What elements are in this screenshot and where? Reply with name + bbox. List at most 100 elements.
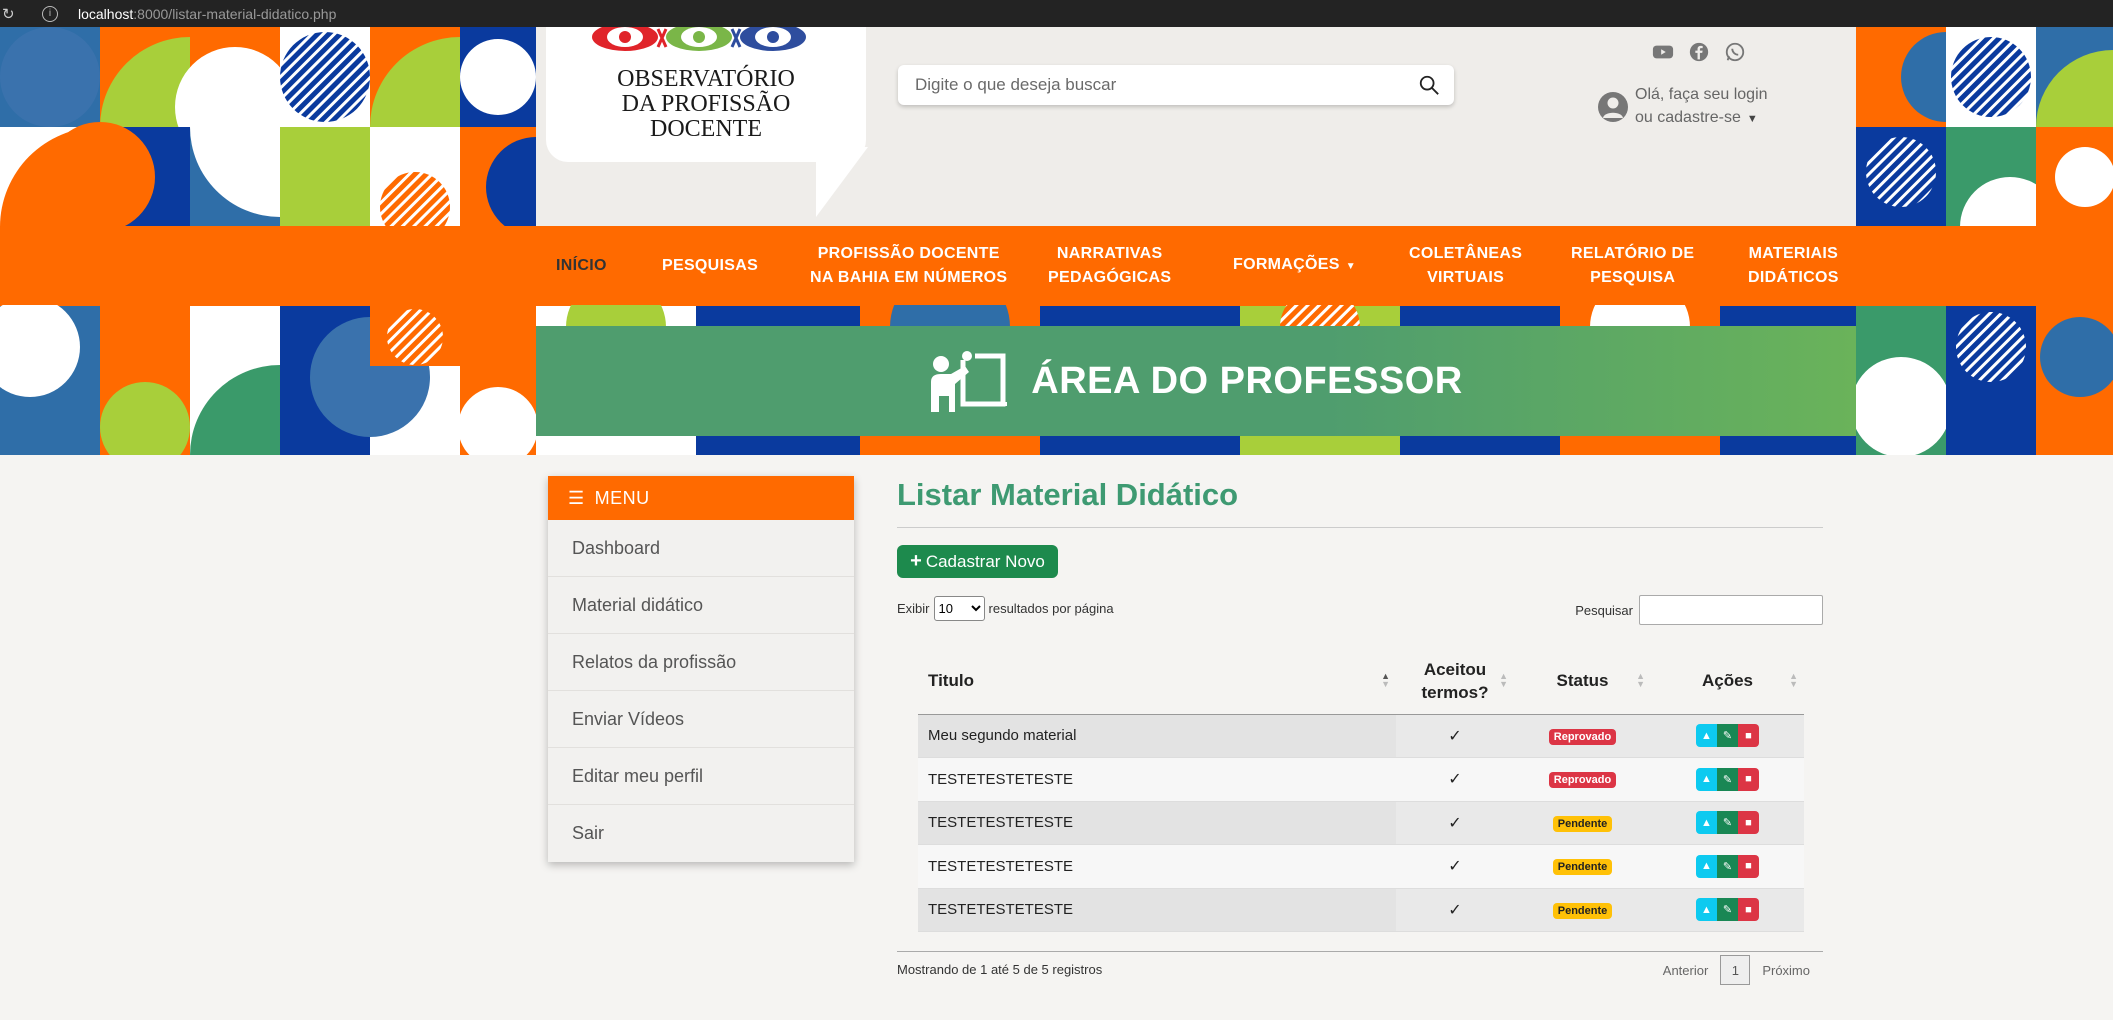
page-length-control: Exibir 10 resultados por página [897,596,1114,621]
column-header-acoes[interactable]: Ações ▲ ▼ [1651,648,1804,715]
login-line-1: Olá, faça seu login [1635,86,1768,103]
nav-item-profissao-docente[interactable]: PROFISSÃO DOCENTE NA BAHIA EM NÚMEROS [810,242,1007,290]
nav-item-inicio[interactable]: INÍCIO [556,254,607,278]
column-header-aceitou[interactable]: Aceitou termos? ▲ ▼ [1396,648,1514,715]
facebook-icon[interactable] [1688,41,1712,65]
pagination-page-1[interactable]: 1 [1720,955,1751,985]
edit-icon[interactable]: ✎ [1717,854,1738,878]
page-title: Listar Material Didático [897,470,1823,528]
nav-item-relatorio[interactable]: RELATÓRIO DE PESQUISA [1571,242,1694,290]
delete-icon[interactable]: ■ [1738,767,1759,791]
sidebar-item-sair[interactable]: Sair [548,805,854,862]
material-table: Titulo ▲ ▼ Aceitou termos? ▲ ▼ Status ▲ ▼ A… [918,648,1804,932]
view-icon[interactable]: ▲ [1696,854,1717,878]
delete-icon[interactable]: ■ [1738,898,1759,922]
sidebar-item-enviar-videos[interactable]: Enviar Vídeos [548,691,854,748]
table-row: Meu segundo material ✓ Reprovado ▲ ✎ ■ [918,714,1804,758]
edit-icon[interactable]: ✎ [1717,724,1738,748]
logo-speech-tail [816,147,868,217]
nav-item-formacoes[interactable]: FORMAÇÕES ▼ [1233,253,1356,279]
logo-line-3: DOCENTE [650,116,762,142]
pagination-next[interactable]: Próximo [1762,963,1810,978]
logo-line-2: DA PROFISSÃO [621,91,791,117]
edit-icon[interactable]: ✎ [1717,811,1738,835]
site-header: OBSERVATÓRIO DA PROFISSÃO DOCENTE Olá, f… [536,27,1856,226]
table-search-input[interactable] [1639,595,1823,625]
logo-eyes-icon [588,27,810,54]
cell-status: Pendente [1514,888,1651,932]
sidebar-item-editar-perfil[interactable]: Editar meu perfil [548,748,854,805]
cell-accepted: ✓ [1396,844,1514,889]
whatsapp-icon[interactable] [1724,41,1748,65]
nav-item-materiais[interactable]: MATERIAIS DIDÁTICOS [1748,242,1839,290]
check-icon: ✓ [1448,858,1462,876]
delete-icon[interactable]: ■ [1738,724,1759,748]
sidebar-menu-header[interactable]: ☰ MENU [548,476,854,520]
area-professor-banner: ÁREA DO PROFESSOR [536,326,1856,436]
column-header-status[interactable]: Status ▲ ▼ [1514,648,1651,715]
cell-status: Pendente [1514,844,1651,889]
view-icon[interactable]: ▲ [1696,724,1717,748]
column-header-titulo[interactable]: Titulo ▲ ▼ [918,648,1396,715]
page-length-select[interactable]: 10 [933,596,985,621]
delete-icon[interactable]: ■ [1738,854,1759,878]
cell-title: TESTETESTETESTE [918,888,1396,932]
plus-icon: + [910,550,922,572]
cell-title: Meu segundo material [918,714,1396,758]
logo-line-1: OBSERVATÓRIO [617,66,795,92]
reload-icon[interactable]: ↻ [2,5,22,23]
table-info: Mostrando de 1 até 5 de 5 registros [897,962,1103,977]
area-professor-title: ÁREA DO PROFESSOR [1031,359,1463,402]
cell-accepted: ✓ [1396,714,1514,758]
sidebar-item-relatos[interactable]: Relatos da profissão [548,634,854,691]
site-info-icon[interactable]: i [42,5,58,22]
check-icon: ✓ [1448,727,1462,745]
table-filter: Pesquisar [1575,595,1823,625]
cell-status: Reprovado [1514,714,1651,758]
check-icon: ✓ [1448,814,1462,832]
table-row: TESTETESTETESTE ✓ Reprovado ▲ ✎ ■ [918,757,1804,802]
check-icon: ✓ [1448,901,1462,919]
status-badge: Pendente [1552,815,1613,832]
url-text[interactable]: localhost:8000/listar-material-didatico.… [78,6,336,22]
table-footer-divider [897,951,1823,952]
sidebar-item-material-didatico[interactable]: Material didático [548,577,854,634]
nav-item-coletaneas[interactable]: COLETÂNEAS VIRTUAIS [1409,242,1522,290]
delete-icon[interactable]: ■ [1738,811,1759,835]
search-bar [898,65,1454,105]
view-icon[interactable]: ▲ [1696,898,1717,922]
browser-address-bar: ↻ i localhost:8000/listar-material-didat… [0,0,2113,27]
cadastrar-novo-button[interactable]: + Cadastrar Novo [897,545,1058,578]
main-nav: INÍCIO PESQUISAS PROFISSÃO DOCENTE NA BAH… [0,226,2113,305]
cell-actions: ▲ ✎ ■ [1651,757,1804,802]
cell-accepted: ✓ [1396,888,1514,932]
caret-down-icon: ▼ [1345,260,1356,272]
search-input[interactable] [898,65,1398,105]
caret-down-icon: ▼ [1746,113,1758,125]
cell-status: Pendente [1514,801,1651,845]
view-icon[interactable]: ▲ [1696,767,1717,791]
status-badge: Reprovado [1548,728,1617,745]
cell-title: TESTETESTETESTE [918,801,1396,845]
cell-status: Reprovado [1514,757,1651,802]
youtube-icon[interactable] [1652,41,1676,65]
logo-text: OBSERVATÓRIO DA PROFISSÃO DOCENTE [546,67,866,142]
login-line-2: ou cadastre-se [1635,109,1741,126]
view-icon[interactable]: ▲ [1696,811,1717,835]
pagination-previous[interactable]: Anterior [1663,963,1709,978]
login-link[interactable]: Olá, faça seu login ou cadastre-se ▼ [1598,83,1768,131]
search-icon[interactable] [1418,74,1440,96]
sidebar-item-dashboard[interactable]: Dashboard [548,520,854,577]
main-content: Listar Material Didático + Cadastrar Nov… [897,470,1823,985]
sort-icon: ▲ ▼ [1789,671,1798,689]
nav-item-narrativas[interactable]: NARRATIVAS PEDAGÓGICAS [1048,242,1171,290]
teacher-board-icon [931,350,1008,412]
edit-icon[interactable]: ✎ [1717,898,1738,922]
edit-icon[interactable]: ✎ [1717,767,1738,791]
status-badge: Pendente [1552,859,1613,876]
status-badge: Reprovado [1548,772,1617,789]
sort-icon: ▲ ▼ [1381,671,1390,689]
cell-title: TESTETESTETESTE [918,757,1396,802]
nav-item-pesquisas[interactable]: PESQUISAS [662,254,758,278]
sidebar-menu: ☰ MENU Dashboard Material didático Relat… [548,476,854,862]
